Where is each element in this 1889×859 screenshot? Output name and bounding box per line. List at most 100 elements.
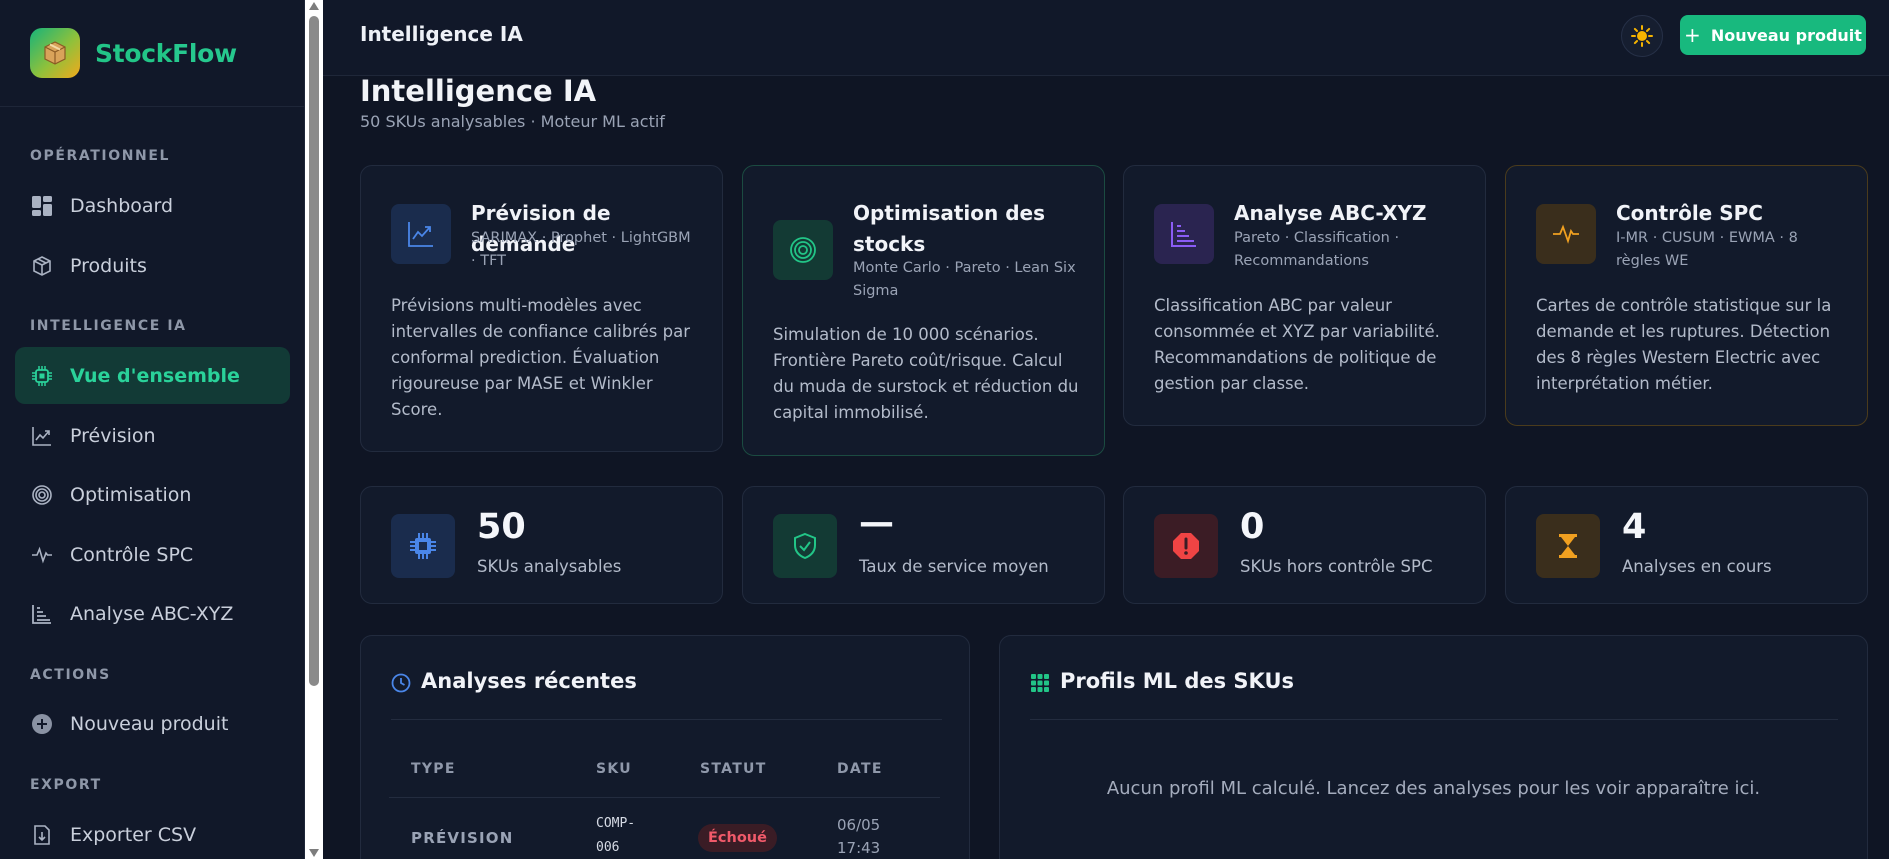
plus-circle-icon [30,712,54,736]
dashboard-icon [30,194,54,218]
empty-state-message: Aucun profil ML calculé. Lancez des anal… [1106,778,1761,799]
stat-label: SKUs analysables [477,557,622,576]
module-card-optimisation[interactable]: Optimisation des stocks Monte Carlo · Pa… [742,165,1105,456]
nav-section-actions: ACTIONS [30,667,111,683]
nav-section-export: EXPORT [30,777,102,793]
module-title: Optimisation des stocks [853,201,1045,256]
sun-icon [1631,25,1653,47]
nav-section-operationnel: OPÉRATIONNEL [30,148,171,164]
cell-date-line2: 17:43 [837,839,881,857]
file-download-icon [30,823,54,847]
alert-octagon-icon [1154,514,1218,578]
sidebar-item-label: Optimisation [70,483,192,506]
module-card-abc-xyz[interactable]: Analyse ABC-XYZ Pareto · Classification … [1123,165,1486,426]
sidebar-item-prevision[interactable]: Prévision [15,407,290,464]
nav-section-intelligence: INTELLIGENCE IA [30,318,187,334]
module-description: Prévisions multi-modèles avec intervalle… [391,296,691,419]
sidebar-item-label: Nouveau produit [70,712,229,735]
scrollbar[interactable] [305,0,323,859]
hourglass-icon [1536,514,1600,578]
column-header-date[interactable]: DATE [837,761,883,777]
module-description: Classification ABC par valeur consommée … [1154,296,1440,393]
sidebar-item-analyse-abc[interactable]: Analyse ABC-XYZ [15,585,290,642]
sidebar-item-label: Prévision [70,424,156,447]
sidebar-item-vue-ensemble[interactable]: Vue d'ensemble [15,347,290,404]
cell-sku-line2: 006 [596,840,620,855]
panel-divider [391,719,942,720]
module-subtitle: Pareto · Classification · Recommandation… [1234,230,1400,269]
new-product-button-label: Nouveau produit [1710,25,1862,45]
stat-label: Analyses en cours [1622,557,1772,576]
sidebar-item-exporter-csv[interactable]: Exporter CSV [15,806,290,859]
pulse-icon [1536,204,1596,264]
module-subtitle: SARIMAX · Prophet · LightGBM · TFT [471,230,691,269]
sidebar-item-label: Analyse ABC-XYZ [70,602,234,625]
stat-card-spc: 0 SKUs hors contrôle SPC [1123,486,1486,604]
stat-value: — [859,503,894,543]
page-title: Intelligence IA [360,74,597,108]
column-header-type[interactable]: TYPE [411,761,456,777]
plus-icon: + [1684,23,1701,47]
cell-date-line1: 06/05 [837,816,881,834]
target-icon [30,483,54,507]
sidebar-item-label: Vue d'ensemble [70,364,240,387]
sidebar-item-nouveau-produit[interactable]: Nouveau produit [15,695,290,752]
module-card-prevision[interactable]: Prévision de demande SARIMAX · Prophet ·… [360,165,723,452]
new-product-button[interactable]: + Nouveau produit [1680,15,1866,55]
module-title: Contrôle SPC [1616,201,1763,225]
chip-icon [30,364,54,388]
module-description: Simulation de 10 000 scénarios. Frontièr… [773,325,1079,422]
module-card-spc[interactable]: Contrôle SPC I-MR · CUSUM · EWMA · 8 règ… [1505,165,1868,426]
stat-value: 0 [1240,507,1265,547]
sidebar-item-optimisation[interactable]: Optimisation [15,466,290,523]
column-header-sku[interactable]: SKU [596,761,632,777]
stat-value: 50 [477,507,526,547]
module-description: Cartes de contrôle statistique sur la de… [1536,296,1832,393]
grid-icon [1031,674,1049,692]
table-divider [389,797,940,798]
module-subtitle: Monte Carlo · Pareto · Lean Six Sigma [853,260,1076,299]
scrollbar-thumb[interactable] [309,16,319,686]
sidebar-item-label: Exporter CSV [70,823,197,846]
main-content: Intelligence IA + Nouveau produit Intell… [323,0,1889,859]
sidebar-item-label: Dashboard [70,194,174,217]
topbar-title: Intelligence IA [360,22,523,46]
brand[interactable]: StockFlow [0,0,304,107]
bars-icon [30,602,54,626]
module-title: Analyse ABC-XYZ [1234,201,1427,225]
panel-divider [1030,719,1838,720]
stat-card-skus: 50 SKUs analysables [360,486,723,604]
stat-value: 4 [1622,507,1647,547]
panel-title: Analyses récentes [421,669,637,693]
stat-card-analyses: 4 Analyses en cours [1505,486,1868,604]
cell-type: PRÉVISION [411,829,514,847]
trend-icon [30,424,54,448]
panel-title: Profils ML des SKUs [1060,669,1295,693]
shield-check-icon [773,514,837,578]
cell-sku-line1: COMP- [596,816,636,831]
scroll-down-arrow-icon[interactable] [309,849,319,857]
trend-icon [391,204,451,264]
bars-icon [1154,204,1214,264]
box-icon [30,254,54,278]
clock-icon [391,673,411,693]
module-subtitle: I-MR · CUSUM · EWMA · 8 règles WE [1616,230,1798,269]
sidebar-item-label: Produits [70,254,147,277]
chip-icon [391,514,455,578]
page-subtitle: 50 SKUs analysables · Moteur ML actif [360,112,665,131]
sidebar-item-dashboard[interactable]: Dashboard [15,177,290,234]
target-icon [773,220,833,280]
sidebar-item-controle-spc[interactable]: Contrôle SPC [15,526,290,583]
stat-label: SKUs hors contrôle SPC [1240,557,1433,576]
sidebar-item-produits[interactable]: Produits [15,237,290,294]
status-badge: Échoué [698,824,777,852]
column-header-statut[interactable]: STATUT [700,761,767,777]
stat-card-service: — Taux de service moyen [742,486,1105,604]
theme-toggle-button[interactable] [1621,15,1663,57]
stat-label: Taux de service moyen [859,557,1049,576]
box-logo-icon [30,28,80,78]
scroll-up-arrow-icon[interactable] [309,2,319,10]
brand-name: StockFlow [95,38,237,68]
sidebar: StockFlow OPÉRATIONNEL Dashboard Produit… [0,0,305,859]
ml-profiles-panel: Profils ML des SKUs Aucun profil ML calc… [999,635,1868,859]
